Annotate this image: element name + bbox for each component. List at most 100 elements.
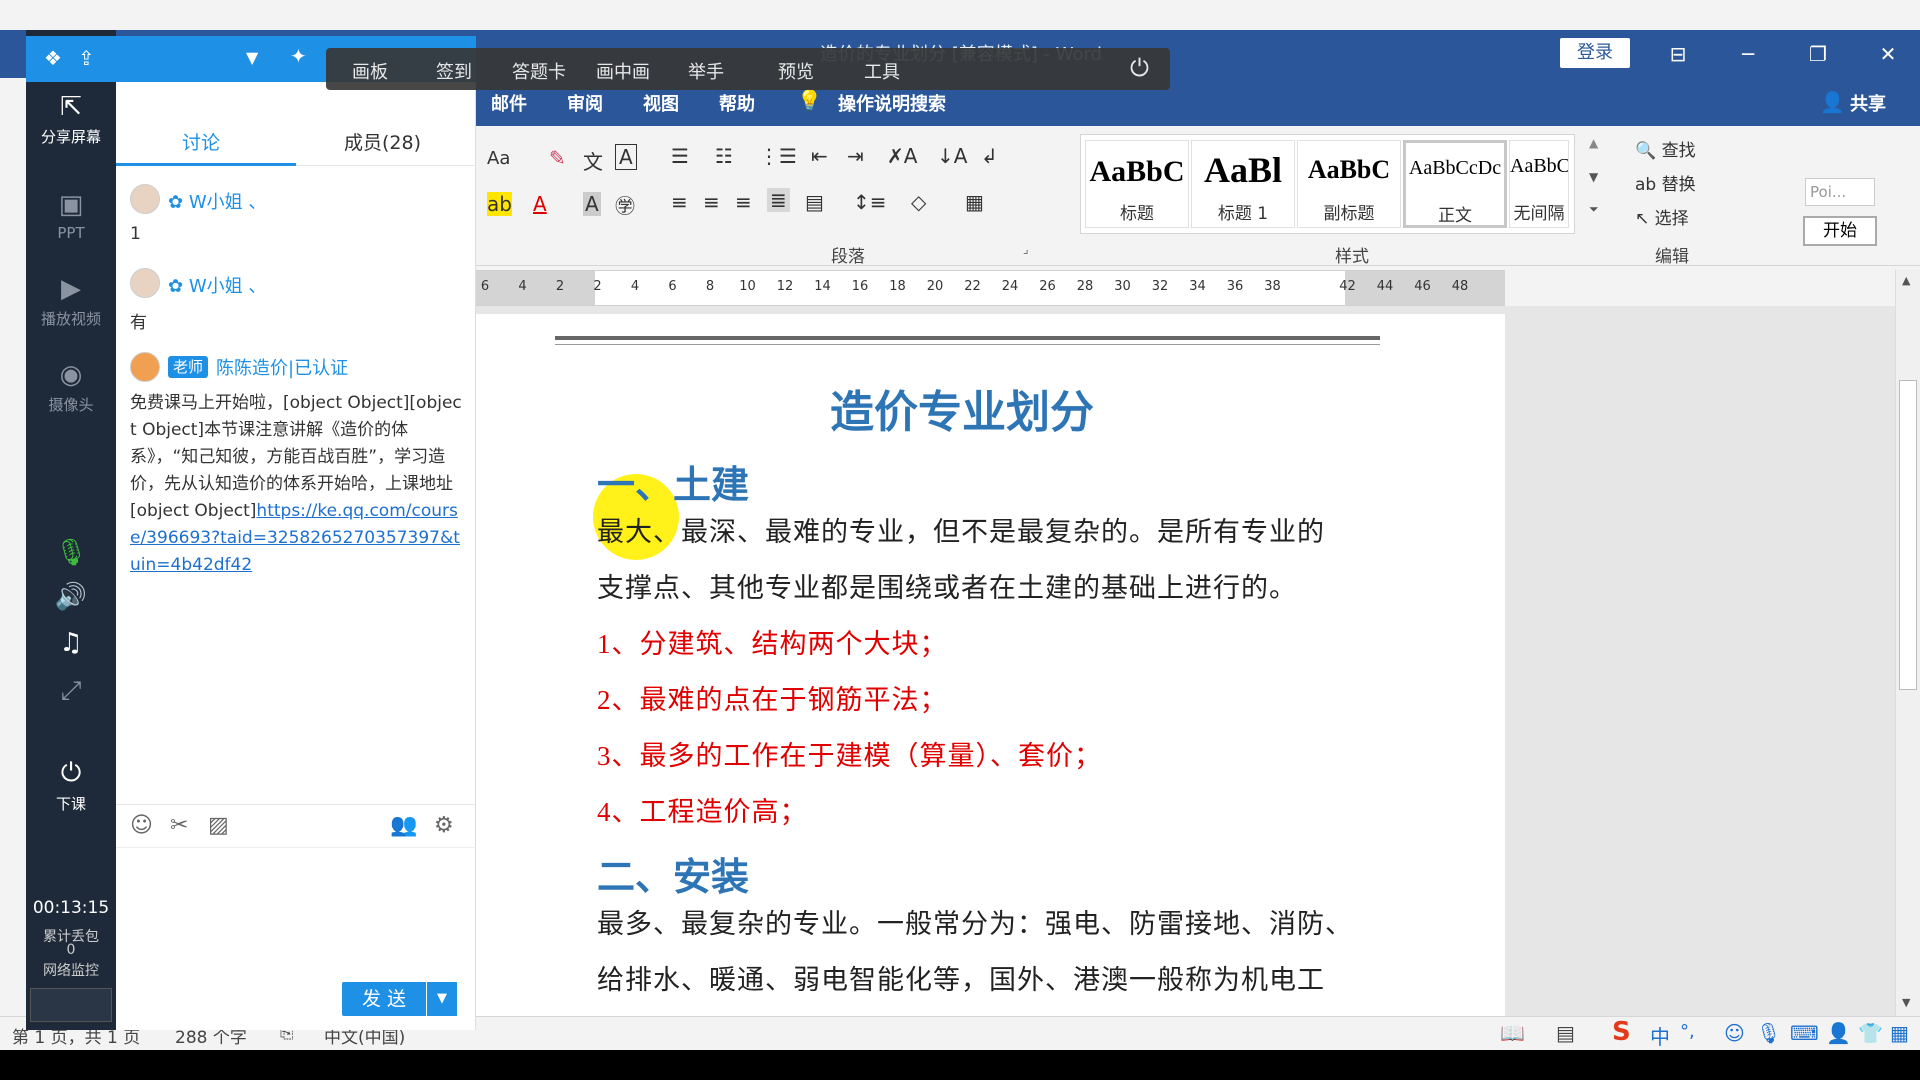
ime-user-icon[interactable]: 👤 [1826, 1021, 1851, 1045]
mute-members-icon[interactable]: 👥 [390, 813, 417, 838]
enclose-char-icon[interactable]: ㊫ [615, 190, 635, 219]
ime-voice-icon[interactable]: 🎙 [1756, 1021, 1781, 1045]
justify-icon[interactable]: ≣ [767, 188, 790, 212]
tab-mailings[interactable]: 邮件 [491, 90, 527, 116]
toolbar-preview[interactable]: 预览 [778, 58, 814, 84]
clear-format-icon[interactable]: ✎ [549, 146, 566, 170]
side-input[interactable]: Poi... [1805, 178, 1875, 206]
msg-sender[interactable]: ✿ W小姐 、 [168, 272, 266, 298]
style-title[interactable]: AaBbC 标题 [1085, 140, 1189, 228]
avatar[interactable] [130, 268, 160, 298]
decrease-indent-icon[interactable]: ⇤ [811, 144, 828, 168]
toolbar-checkin[interactable]: 签到 [436, 58, 472, 84]
pin-icon[interactable]: ✦ [290, 44, 307, 68]
tab-help[interactable]: 帮助 [719, 90, 755, 116]
image-icon[interactable]: ▨ [208, 813, 229, 838]
vertical-scrollbar[interactable]: ▲ ▼ [1895, 270, 1920, 1016]
align-right-icon[interactable]: ≡ [735, 190, 752, 214]
gallery-up-icon[interactable]: ▲ [1589, 136, 1598, 150]
mic-button[interactable]: 🎙 [26, 538, 116, 572]
teacher-name[interactable]: 陈陈造价|已认证 [216, 354, 348, 380]
minimize-icon[interactable]: ─ [1718, 36, 1778, 72]
ime-skin-icon[interactable]: 👕 [1858, 1021, 1883, 1045]
scroll-thumb[interactable] [1899, 380, 1917, 690]
shading-icon[interactable]: ◇ [911, 190, 926, 214]
replace-button[interactable]: ab 替换 [1635, 170, 1696, 195]
distributed-icon[interactable]: ▤ [805, 190, 824, 214]
ime-emoji-icon[interactable]: ☺ [1724, 1021, 1745, 1045]
music-button[interactable]: ♫ [26, 628, 116, 662]
chinese-layout-icon[interactable]: ✗A [887, 144, 917, 168]
end-class-button[interactable]: ⏻ 下课 [26, 758, 116, 814]
ime-punct-icon[interactable]: °, [1680, 1021, 1695, 1042]
increase-indent-icon[interactable]: ⇥ [847, 144, 864, 168]
horizontal-ruler[interactable]: 6 4 2 2 4 6 8 10 12 14 16 18 20 22 24 26 28 30 32 34 36 38 42 4… [475, 270, 1505, 306]
share-button[interactable]: 共享 [1850, 90, 1886, 116]
tab-view[interactable]: 视图 [643, 90, 679, 116]
dropdown-icon[interactable]: ▼ [246, 48, 258, 67]
camera-button[interactable]: ◉ 摄像头 [26, 360, 116, 415]
msg-sender[interactable]: ✿ W小姐 、 [168, 188, 266, 214]
paragraph-launcher-icon[interactable]: ⌟ [1023, 242, 1029, 256]
show-marks-icon[interactable]: ↲ [981, 144, 998, 168]
select-button[interactable]: ↖ 选择 [1635, 204, 1689, 229]
toolbar-pip[interactable]: 画中画 [596, 58, 650, 84]
gallery-down-icon[interactable]: ▼ [1589, 170, 1598, 184]
style-no-spacing[interactable]: AaBbCcDc 无间隔 [1509, 140, 1569, 228]
phonetic-icon[interactable]: 文 [583, 146, 603, 175]
avatar[interactable] [130, 184, 160, 214]
chat-input[interactable] [116, 848, 476, 978]
read-mode-icon[interactable]: 📖 [1500, 1021, 1525, 1045]
char-border-icon[interactable]: A [615, 144, 637, 170]
toolbar-raise-hand[interactable]: 举手 [688, 58, 724, 84]
scissors-icon[interactable]: ✂ [170, 813, 188, 838]
tab-review[interactable]: 审阅 [567, 90, 603, 116]
bullets-icon[interactable]: ☰ [671, 144, 689, 168]
align-center-icon[interactable]: ≡ [703, 190, 720, 214]
share-screen-button[interactable]: ⇱ 分享屏幕 [26, 92, 116, 147]
fullscreen-button[interactable]: ⤢ [26, 676, 116, 711]
tab-discussion[interactable]: 讨论 [182, 128, 220, 155]
ime-toolbox-icon[interactable]: ▦ [1890, 1021, 1909, 1045]
gallery-more-icon[interactable]: ⏷ [1589, 202, 1599, 217]
find-button[interactable]: 🔍 查找 [1635, 136, 1696, 161]
align-left-icon[interactable]: ≡ [671, 190, 688, 214]
font-size-change-button[interactable]: Aa [487, 148, 510, 169]
document-page[interactable]: 造价专业划分 一、土建 最大、最深、最难的专业，但不是最复杂的。是所有专业的 支… [475, 314, 1505, 1016]
toolbar-tools[interactable]: 工具 [864, 58, 900, 84]
emoji-icon[interactable]: ☺ [130, 813, 153, 838]
ime-chinese-icon[interactable]: 中 [1650, 1021, 1670, 1050]
font-color-icon[interactable]: A [533, 192, 547, 216]
document-area[interactable]: 造价专业划分 一、土建 最大、最深、最难的专业，但不是最复杂的。是所有专业的 支… [475, 306, 1895, 1016]
ppt-button[interactable]: ▣ PPT [26, 190, 116, 242]
tab-members[interactable]: 成员(28) [344, 128, 421, 155]
tell-me-search[interactable]: 操作说明搜索 [838, 90, 946, 116]
char-shading-icon[interactable]: A [583, 192, 601, 216]
print-layout-icon[interactable]: ▤ [1556, 1021, 1575, 1045]
multilevel-list-icon[interactable]: ⋮☰ [759, 144, 797, 168]
close-icon[interactable]: ✕ [1858, 36, 1918, 72]
highlight-icon[interactable]: ab [487, 192, 512, 216]
start-button[interactable]: 开始 [1803, 216, 1877, 246]
style-subtitle[interactable]: AaBbC 副标题 [1297, 140, 1401, 228]
speaker-button[interactable]: 🔊 [26, 582, 116, 616]
style-heading1[interactable]: AaBl 标题 1 [1191, 140, 1295, 228]
send-button[interactable]: 发 送 [342, 982, 426, 1016]
toolbar-whiteboard[interactable]: 画板 [352, 58, 388, 84]
sogou-ime-icon[interactable]: S [1612, 1017, 1631, 1047]
toolbar-answer-card[interactable]: 答题卡 [512, 58, 566, 84]
send-options-icon[interactable]: ▼ [427, 982, 457, 1016]
borders-icon[interactable]: ▦ [965, 190, 984, 214]
teacher-avatar[interactable] [130, 352, 160, 382]
power-icon[interactable]: ⏻ [1130, 54, 1149, 82]
line-spacing-icon[interactable]: ↕≡ [853, 190, 887, 214]
ime-keyboard-icon[interactable]: ⌨ [1790, 1021, 1819, 1045]
play-video-button[interactable]: ▶ 播放视频 [26, 274, 116, 329]
login-button[interactable]: 登录 [1560, 38, 1630, 68]
settings-icon[interactable]: ⚙ [434, 813, 454, 838]
sort-icon[interactable]: ↓A [937, 144, 967, 168]
restore-icon[interactable]: ❐ [1788, 36, 1848, 72]
scroll-up-icon[interactable]: ▲ [1902, 274, 1910, 287]
ribbon-display-icon[interactable]: ⊟ [1648, 36, 1708, 72]
style-normal[interactable]: AaBbCcDc 正文 [1403, 140, 1507, 228]
